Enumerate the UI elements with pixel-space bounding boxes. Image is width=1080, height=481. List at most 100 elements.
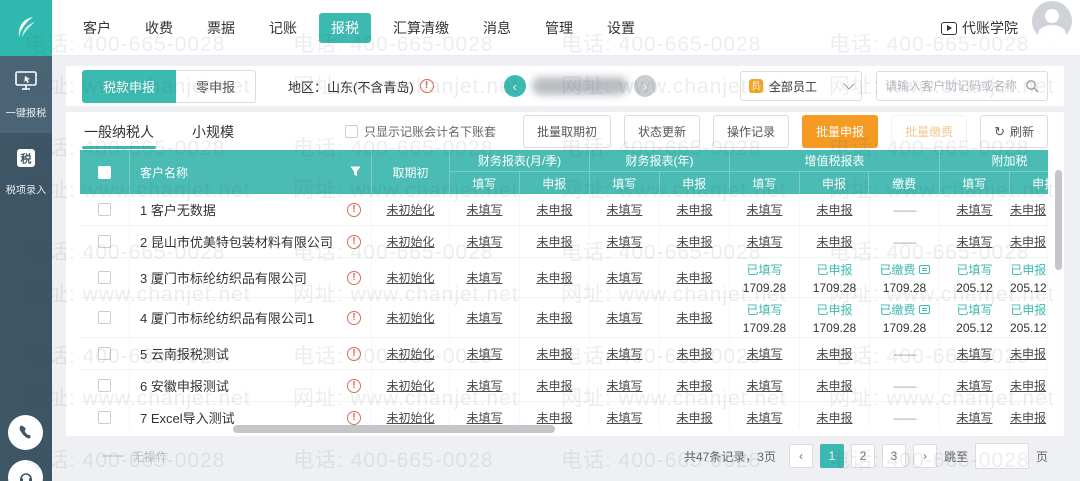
row-warning-icon[interactable]: ! [347,410,361,425]
row-warning-icon[interactable]: ! [347,234,361,249]
status-link[interactable]: 未申报 [1010,409,1046,426]
nav-item-4[interactable]: 记账 [257,13,309,43]
status-link[interactable]: 未填写 [606,233,642,250]
status-link[interactable]: 未申报 [536,409,572,426]
customer-name[interactable]: 6 安徽申报测试 [140,376,347,395]
row-checkbox[interactable] [98,379,111,392]
next-page-button[interactable]: › [912,444,937,468]
staff-filter-select[interactable]: 员 全部员工 [740,71,862,101]
nav-item-7[interactable]: 消息 [471,13,523,43]
tab-tax-declare[interactable]: 税款申报 [82,69,177,103]
customer-name[interactable]: 5 云南报税测试 [140,344,347,363]
status-done[interactable]: 已申报 [816,261,852,278]
status-link[interactable]: 未申报 [536,201,572,218]
status-link[interactable]: 未填写 [956,409,992,426]
status-done[interactable]: 已申报 [1010,301,1046,318]
app-logo[interactable] [0,0,52,56]
status-done[interactable]: 已缴费 [879,301,930,318]
row-warning-icon[interactable]: ! [347,346,361,361]
page-button-3[interactable]: 3 [881,444,906,468]
status-link[interactable]: 未初始化 [386,345,434,362]
status-done[interactable]: 已申报 [1010,261,1046,278]
row-checkbox[interactable] [98,271,111,284]
status-done[interactable]: 已申报 [816,301,852,318]
status-link[interactable]: 未填写 [466,377,502,394]
headset-support-button[interactable] [8,460,43,481]
status-link[interactable]: 未申报 [1010,377,1046,394]
next-account-button[interactable]: › [633,75,656,97]
status-link[interactable]: 未申报 [1010,201,1046,218]
search-icon[interactable] [1025,79,1039,93]
page-button-2[interactable]: 2 [850,444,875,468]
status-link[interactable]: 未填写 [746,377,782,394]
refresh-button[interactable]: ↻ 刷新 [980,114,1048,148]
status-link[interactable]: 未填写 [606,409,642,426]
row-warning-icon[interactable]: ! [347,310,361,325]
status-link[interactable]: 未申报 [816,233,852,250]
status-link[interactable]: 未初始化 [386,309,434,326]
status-done[interactable]: 已填写 [746,301,782,318]
customer-name[interactable]: 4 厦门市标纶纺织品有限公司1 [140,308,347,327]
status-done[interactable]: 已填写 [746,261,782,278]
status-update-button[interactable]: 状态更新 [624,114,701,148]
sidebar-item-one-click-tax[interactable]: 一键报税 [0,56,52,133]
prev-account-button[interactable]: ‹ [503,75,526,97]
vertical-scrollbar[interactable] [1055,170,1062,270]
status-link[interactable]: 未申报 [676,233,712,250]
nav-item-3[interactable]: 票据 [195,13,247,43]
jump-page-input[interactable] [974,443,1029,469]
status-link[interactable]: 未填写 [466,309,502,326]
status-link[interactable]: 未填写 [956,345,992,362]
status-link[interactable]: 未申报 [816,201,852,218]
sidebar-item-tax-entry[interactable]: 税税项录入 [0,133,52,210]
status-link[interactable]: 未申报 [676,269,712,286]
status-link[interactable]: 未填写 [606,309,642,326]
status-link[interactable]: 未填写 [956,233,992,250]
status-link[interactable]: 未申报 [816,409,852,426]
status-link[interactable]: 未申报 [536,309,572,326]
phone-contact-button[interactable] [8,415,43,450]
accountant-filter-checkbox[interactable]: 只显示记账会计名下账套 [344,123,496,140]
status-link[interactable]: 未初始化 [386,201,434,218]
warning-icon[interactable]: ! [419,79,434,93]
search-input[interactable] [885,79,1025,93]
status-link[interactable]: 未填写 [466,201,502,218]
status-link[interactable]: 未填写 [606,377,642,394]
nav-item-6[interactable]: 汇算清缴 [381,13,461,43]
row-checkbox[interactable] [98,311,111,324]
nav-item-1[interactable]: 客户 [71,13,123,43]
status-link[interactable]: 未申报 [536,345,572,362]
status-link[interactable]: 未填写 [746,409,782,426]
row-checkbox[interactable] [98,347,111,360]
status-link[interactable]: 未申报 [816,345,852,362]
row-warning-icon[interactable]: ! [347,202,361,217]
tab-general-taxpayer[interactable]: 一般纳税人 [82,114,156,149]
status-link[interactable]: 未初始化 [386,233,434,250]
nav-item-9[interactable]: 设置 [595,13,647,43]
status-link[interactable]: 未申报 [676,309,712,326]
status-link[interactable]: 未填写 [746,233,782,250]
status-link[interactable]: 未填写 [746,201,782,218]
batch-declare-button[interactable]: 批量申报 [802,114,879,148]
status-link[interactable]: 未申报 [536,233,572,250]
prev-page-button[interactable]: ‹ [788,444,813,468]
status-done[interactable]: 已填写 [956,261,992,278]
status-link[interactable]: 未填写 [746,345,782,362]
status-link[interactable]: 未申报 [1010,345,1046,362]
customer-name[interactable]: 2 昆山市优美特包装材料有限公司 [140,232,347,251]
row-checkbox[interactable] [98,411,111,424]
row-checkbox[interactable] [98,235,111,248]
user-avatar[interactable] [1032,1,1072,41]
row-warning-icon[interactable]: ! [347,378,361,393]
tab-small-scale[interactable]: 小规模 [190,114,236,148]
status-link[interactable]: 未填写 [466,233,502,250]
customer-name[interactable]: 3 厦门市标纶纺织品有限公司 [140,268,347,287]
tab-zero-declare[interactable]: 零申报 [176,69,257,103]
status-link[interactable]: 未填写 [606,201,642,218]
row-checkbox[interactable] [98,203,111,216]
status-link[interactable]: 未申报 [676,409,712,426]
status-link[interactable]: 未申报 [676,201,712,218]
nav-item-2[interactable]: 收费 [133,13,185,43]
page-button-1[interactable]: 1 [819,444,844,468]
nav-item-8[interactable]: 管理 [533,13,585,43]
